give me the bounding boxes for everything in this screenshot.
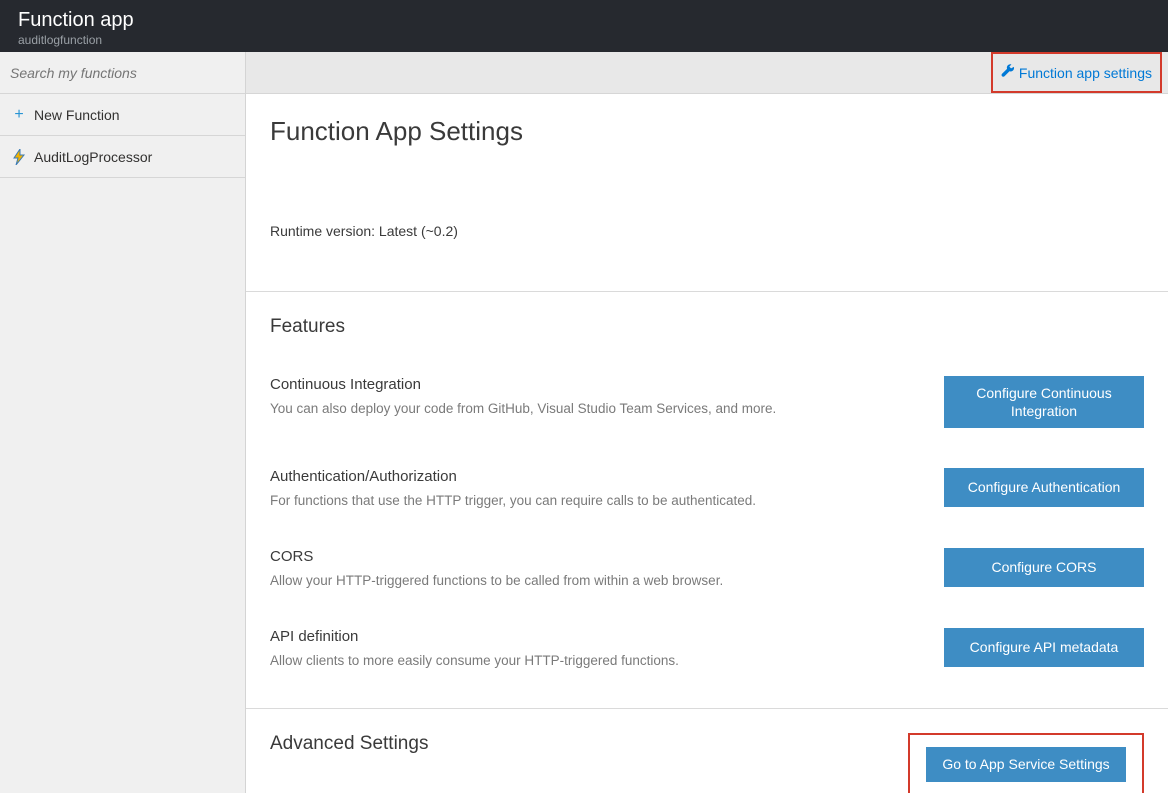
settings-link-label: Function app settings — [1019, 65, 1152, 81]
divider — [246, 708, 1168, 709]
feature-title: Authentication/Authorization — [270, 468, 756, 485]
feature-desc: Allow your HTTP-triggered functions to b… — [270, 573, 723, 588]
search-input[interactable] — [10, 65, 235, 81]
feature-title: API definition — [270, 628, 679, 645]
configure-cors-button[interactable]: Configure CORS — [944, 548, 1144, 586]
search-container — [0, 52, 245, 94]
sidebar-item-auditlogprocessor[interactable]: AuditLogProcessor — [0, 136, 245, 178]
new-function-label: New Function — [34, 107, 120, 123]
highlight-box: Go to App Service Settings — [908, 733, 1144, 793]
lightning-icon — [10, 149, 28, 165]
feature-title: Continuous Integration — [270, 376, 776, 393]
configure-continuous-integration-button[interactable]: Configure Continuous Integration — [944, 376, 1144, 428]
main-toolbar: Function app settings — [246, 52, 1168, 94]
page-title: Function App Settings — [270, 116, 1144, 147]
feature-desc: Allow clients to more easily consume you… — [270, 653, 679, 668]
features-heading: Features — [270, 316, 1144, 338]
advanced-heading: Advanced Settings — [270, 733, 724, 755]
configure-api-metadata-button[interactable]: Configure API metadata — [944, 628, 1144, 666]
go-to-app-service-settings-button[interactable]: Go to App Service Settings — [926, 747, 1126, 781]
function-app-settings-link[interactable]: Function app settings — [991, 52, 1162, 93]
app-subtitle: auditlogfunction — [18, 33, 1150, 47]
wrench-icon — [1001, 64, 1015, 81]
feature-title: CORS — [270, 548, 723, 565]
feature-cors: CORS Allow your HTTP-triggered functions… — [270, 548, 1144, 588]
feature-authentication: Authentication/Authorization For functio… — [270, 468, 1144, 508]
main: Function app settings Function App Setti… — [246, 52, 1168, 793]
feature-desc: For functions that use the HTTP trigger,… — [270, 493, 756, 508]
advanced-settings-section: Advanced Settings You can also manage yo… — [270, 733, 1144, 793]
topbar: Function app auditlogfunction — [0, 0, 1168, 52]
divider — [246, 291, 1168, 292]
sidebar-item-label: AuditLogProcessor — [34, 149, 152, 165]
plus-icon: + — [10, 106, 28, 124]
feature-continuous-integration: Continuous Integration You can also depl… — [270, 376, 1144, 428]
feature-desc: You can also deploy your code from GitHu… — [270, 401, 776, 416]
configure-authentication-button[interactable]: Configure Authentication — [944, 468, 1144, 506]
new-function-button[interactable]: + New Function — [0, 94, 245, 136]
runtime-version: Runtime version: Latest (~0.2) — [270, 223, 1144, 239]
sidebar: + New Function AuditLogProcessor — [0, 52, 246, 793]
feature-api-definition: API definition Allow clients to more eas… — [270, 628, 1144, 668]
content: Function App Settings Runtime version: L… — [246, 94, 1168, 793]
app-title: Function app — [18, 8, 1150, 32]
